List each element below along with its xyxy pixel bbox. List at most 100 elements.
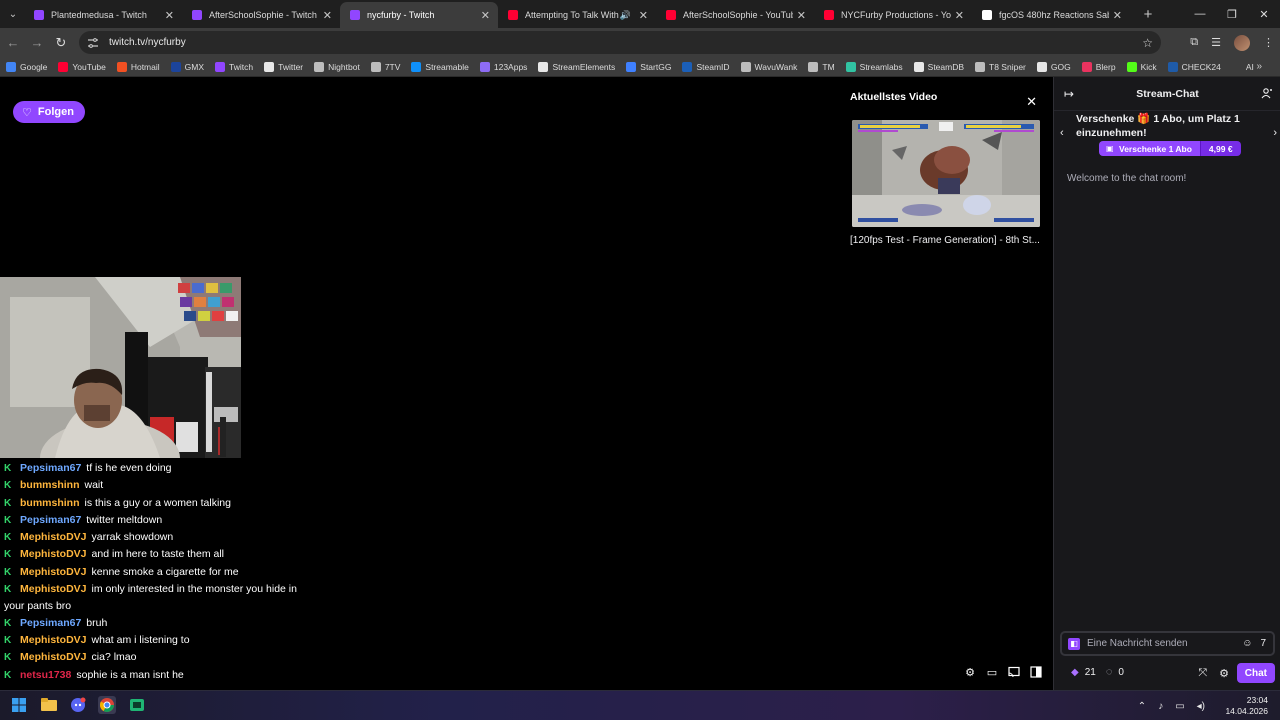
bookmark-item[interactable]: TM bbox=[808, 61, 835, 72]
bookmark-item[interactable]: WavuWank bbox=[740, 61, 797, 72]
browser-tab[interactable]: fgcOS 480hz Reactions Sabin (✕ bbox=[972, 2, 1130, 28]
site-info-icon[interactable] bbox=[87, 37, 99, 49]
emote-icon[interactable]: ☺ bbox=[1242, 638, 1252, 649]
close-window-icon[interactable]: ✕ bbox=[1248, 0, 1280, 28]
tab-title: AfterSchoolSophie - YouTube bbox=[683, 10, 793, 20]
browser-tab[interactable]: Plantedmedusa - Twitch ✕ bbox=[24, 2, 182, 28]
bookmark-item[interactable]: Hotmail bbox=[116, 61, 160, 72]
clock[interactable]: 23:04 14.04.2026 bbox=[1218, 695, 1268, 717]
bookmark-item[interactable]: CHECK24 bbox=[1167, 61, 1221, 72]
latest-video-title[interactable]: [120fps Test - Frame Generation] - 8th S… bbox=[850, 235, 1045, 246]
bookmark-item[interactable]: GMX bbox=[170, 61, 204, 72]
discord-icon[interactable] bbox=[69, 696, 87, 714]
bookmark-favicon-icon bbox=[913, 61, 924, 72]
bookmark-label: StreamElements bbox=[552, 61, 616, 72]
browser-tab[interactable]: Attempting To Talk With An🔊 ✕ bbox=[498, 2, 656, 28]
bookmark-item[interactable]: AI bbox=[1231, 61, 1254, 72]
profile-avatar[interactable] bbox=[1234, 34, 1250, 51]
bookmark-item[interactable]: 123Apps bbox=[479, 61, 527, 72]
bookmark-star-icon[interactable]: ☆ bbox=[1142, 36, 1153, 50]
follow-button[interactable]: ♡ Folgen bbox=[13, 101, 85, 123]
close-tab-icon[interactable]: ✕ bbox=[1113, 9, 1122, 22]
chevron-left-icon[interactable]: ‹ bbox=[1060, 127, 1064, 139]
extensions-icon[interactable]: ⧉ bbox=[1190, 36, 1198, 49]
maximize-icon[interactable]: ❐ bbox=[1216, 0, 1248, 28]
theatre-mode-icon[interactable]: ▭ bbox=[986, 666, 998, 679]
back-icon[interactable]: ← bbox=[1, 35, 25, 50]
volume-icon[interactable]: ◂) bbox=[1197, 701, 1205, 712]
bookmark-item[interactable]: 7TV bbox=[370, 61, 400, 72]
cast-icon[interactable] bbox=[1008, 666, 1020, 678]
chat-input-placeholder: Eine Nachricht senden bbox=[1087, 638, 1188, 649]
close-tab-icon[interactable]: ✕ bbox=[481, 9, 490, 22]
close-icon[interactable]: ✕ bbox=[1026, 94, 1037, 110]
new-tab-button[interactable]: + bbox=[1136, 6, 1160, 23]
bookmark-item[interactable]: Kick bbox=[1126, 61, 1157, 72]
chevron-right-icon[interactable]: › bbox=[1273, 127, 1277, 139]
chat-message-text: and im here to taste them all bbox=[91, 548, 225, 561]
browser-tab[interactable]: nycfurby - Twitch ✕ bbox=[340, 2, 498, 28]
close-tab-icon[interactable]: ✕ bbox=[955, 9, 964, 22]
tab-audio-icon[interactable]: 🔊 bbox=[620, 10, 631, 21]
video-thumbnail[interactable] bbox=[852, 120, 1040, 227]
send-chat-button[interactable]: Chat bbox=[1236, 663, 1275, 683]
bookmark-item[interactable]: T8 Sniper bbox=[975, 61, 1026, 72]
browser-tab[interactable]: NYCFurby Productions - YouTu ✕ bbox=[814, 2, 972, 28]
tab-title: NYCFurby Productions - YouTu bbox=[841, 10, 951, 20]
browser-tab[interactable]: AfterSchoolSophie - Twitch ✕ bbox=[182, 2, 340, 28]
collapse-chat-icon[interactable]: ↦ bbox=[1064, 87, 1074, 101]
bookmark-item[interactable]: GOG bbox=[1036, 61, 1071, 72]
chat-message-text: bruh bbox=[86, 616, 108, 629]
windows-start-icon[interactable] bbox=[10, 696, 28, 714]
bookmark-item[interactable]: Twitch bbox=[215, 61, 253, 72]
app-icon[interactable] bbox=[128, 696, 146, 714]
tab-search-button[interactable]: ⌄ bbox=[2, 3, 24, 25]
chat-username: Pepsiman67 bbox=[20, 616, 82, 629]
bookmark-item[interactable]: Nightbot bbox=[314, 61, 360, 72]
bookmark-item[interactable]: StreamElements bbox=[538, 61, 616, 72]
bookmark-item[interactable]: Streamlabs bbox=[845, 61, 903, 72]
gift-sub-button[interactable]: ▣ Verschenke 1 Abo 4,99 € bbox=[1099, 141, 1241, 156]
reload-icon[interactable]: ↻ bbox=[49, 35, 73, 51]
overlay-chat-message: Knetsu1738 sophie is a man isnt he bbox=[4, 667, 314, 684]
bookmark-item[interactable]: Twitter bbox=[264, 61, 303, 72]
close-tab-icon[interactable]: ✕ bbox=[165, 9, 174, 22]
bookmark-item[interactable]: Streamable bbox=[411, 61, 469, 72]
more-bookmarks-icon[interactable]: » bbox=[1256, 61, 1262, 72]
forward-icon[interactable]: → bbox=[25, 35, 49, 50]
network-icon[interactable]: ▭ bbox=[1175, 701, 1184, 712]
chat-message-input[interactable]: ◧ Eine Nachricht senden ☺ 7 bbox=[1060, 631, 1275, 656]
reading-list-icon[interactable]: ☰ bbox=[1211, 36, 1221, 49]
chat-settings-icon[interactable]: ⚙ bbox=[1219, 667, 1229, 680]
overlay-chat-message: K Pepsiman67 twitter meltdown bbox=[4, 512, 314, 529]
bookmark-item[interactable]: StartGG bbox=[626, 61, 671, 72]
close-tab-icon[interactable]: ✕ bbox=[323, 9, 332, 22]
bookmark-item[interactable]: Blerp bbox=[1081, 61, 1116, 72]
7tv-icon[interactable]: 7 bbox=[1260, 638, 1266, 649]
file-explorer-icon[interactable] bbox=[40, 696, 58, 714]
bookmark-favicon-icon bbox=[1231, 61, 1242, 72]
chat-extension-icon[interactable]: ⤧ bbox=[1198, 667, 1207, 680]
close-tab-icon[interactable]: ✕ bbox=[797, 9, 806, 22]
chrome-icon[interactable] bbox=[98, 696, 116, 714]
bookmarks-bar: Google YouTube Hotmail GMX Twitch Twitter Nigh… bbox=[0, 57, 1280, 77]
users-icon[interactable] bbox=[1261, 87, 1273, 102]
microphone-icon[interactable]: ♪ bbox=[1158, 701, 1163, 712]
chat-identity-icon[interactable]: ◧ bbox=[1068, 637, 1080, 650]
bookmark-item[interactable]: YouTube bbox=[58, 61, 106, 72]
bits-balance[interactable]: ◆ 21 ◌ 0 bbox=[1071, 666, 1124, 678]
fullscreen-icon[interactable] bbox=[1030, 666, 1042, 678]
url-text[interactable]: twitch.tv/nycfurby bbox=[109, 37, 186, 48]
bookmark-item[interactable]: Google bbox=[6, 61, 47, 72]
menu-icon[interactable]: ⋮ bbox=[1263, 36, 1274, 49]
address-bar[interactable]: twitch.tv/nycfurby ☆ bbox=[79, 31, 1161, 54]
chevron-up-icon[interactable]: ⌃ bbox=[1138, 701, 1146, 712]
bookmark-item[interactable]: SteamDB bbox=[913, 61, 964, 72]
kick-badge-icon: K bbox=[4, 584, 12, 596]
overlay-chat-message: K Pepsiman67 bruh bbox=[4, 615, 314, 632]
browser-tab[interactable]: AfterSchoolSophie - YouTube ✕ bbox=[656, 2, 814, 28]
minimize-icon[interactable]: — bbox=[1184, 0, 1216, 28]
settings-gear-icon[interactable]: ⚙ bbox=[964, 666, 976, 679]
bookmark-item[interactable]: SteamID bbox=[682, 61, 730, 72]
close-tab-icon[interactable]: ✕ bbox=[639, 9, 648, 22]
